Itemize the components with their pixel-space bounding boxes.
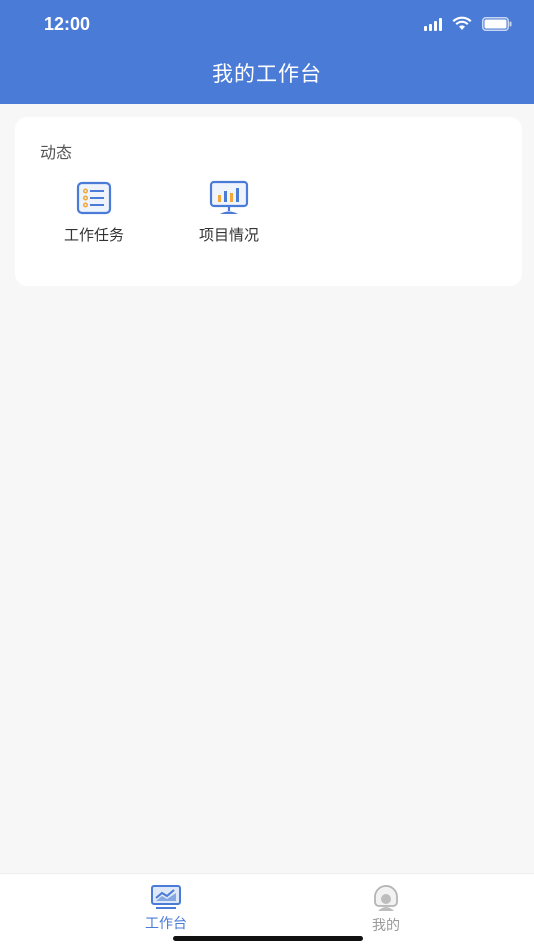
task-list-icon xyxy=(39,179,149,217)
tab-workbench[interactable]: 工作台 xyxy=(116,884,216,933)
project-status-label: 项目情况 xyxy=(198,226,259,244)
tab-mine[interactable]: 我的 xyxy=(336,884,436,935)
section-title: 动态 xyxy=(40,143,73,162)
header-bar: 12:00 我的工作台 xyxy=(0,0,534,104)
home-indicator xyxy=(173,936,363,941)
project-status-button[interactable]: 项目情况 xyxy=(174,179,284,245)
status-bar: 12:00 xyxy=(0,0,534,52)
battery-icon xyxy=(482,16,512,31)
cellular-signal-icon xyxy=(424,17,442,31)
wifi-icon xyxy=(452,16,472,31)
dynamics-card: 动态 工作任务 项目情况 xyxy=(15,117,522,286)
status-time: 12:00 xyxy=(44,14,91,34)
tab-mine-label: 我的 xyxy=(372,918,400,934)
profile-icon xyxy=(336,884,436,912)
workbench-icon xyxy=(116,884,216,910)
page-title: 我的工作台 xyxy=(212,62,322,86)
chart-monitor-icon xyxy=(174,179,284,217)
work-tasks-label: 工作任务 xyxy=(63,226,124,244)
status-icons xyxy=(424,16,512,31)
work-tasks-button[interactable]: 工作任务 xyxy=(39,179,149,245)
tab-workbench-label: 工作台 xyxy=(145,916,187,932)
